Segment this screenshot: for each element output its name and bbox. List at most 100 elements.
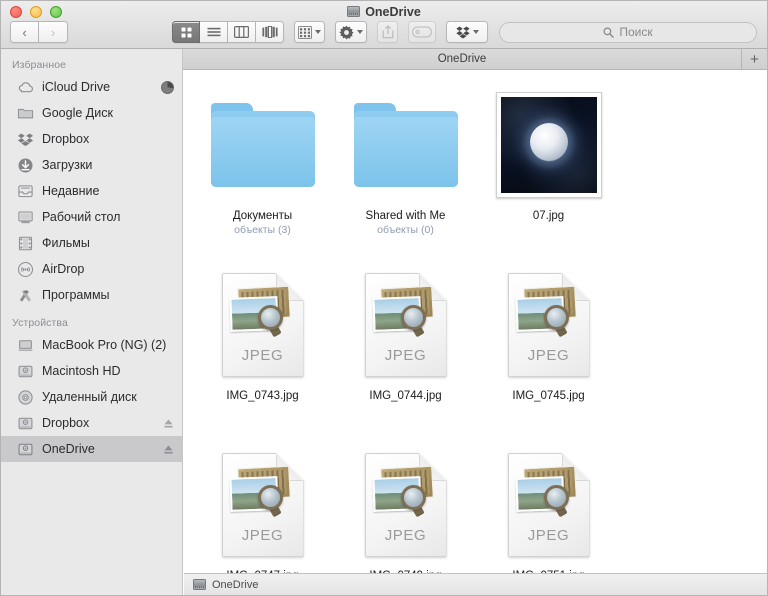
file-grid[interactable]: Документы объекты (3) Shared with Me объ… [183,70,767,595]
sidebar-item-airdrop[interactable]: AirDrop [1,256,182,282]
file-type-badge: JPEG [222,527,304,544]
tag-icon [412,26,432,38]
applications-icon [17,287,34,304]
grid-icon [180,26,193,39]
sidebar-item-icloud-drive[interactable]: iCloud Drive [1,74,182,100]
harddisk-icon [17,415,34,432]
sidebar-section-favorites-header: Избранное [1,55,182,74]
window-body: Избранное iCloud Drive Google Диск [1,49,767,595]
sidebar-item-recents[interactable]: Недавние [1,178,182,204]
file-name: 07.jpg [533,210,564,222]
search-input[interactable]: Поиск [619,25,652,39]
share-button[interactable] [377,21,398,43]
file-item[interactable]: Shared with Me объекты (0) [334,84,477,264]
sidebar-item-movies[interactable]: Фильмы [1,230,182,256]
toolbar-right: Поиск [436,21,757,43]
file-subtitle: объекты (0) [377,224,434,236]
back-button[interactable]: ‹ [10,21,39,43]
finder-window: OneDrive ‹ › [0,0,768,596]
sidebar-item-trailing[interactable] [163,444,174,455]
jpeg-document-icon: JPEG [508,453,590,557]
sidebar-item-label: Удаленный диск [42,390,137,404]
sidebar-item-label: Фильмы [42,236,90,250]
file-thumbnail: JPEG [508,266,590,384]
desktop-icon [17,209,34,226]
file-thumbnail [211,86,315,204]
column-view-button[interactable] [228,21,256,43]
sidebar-item-trailing[interactable] [163,418,174,429]
file-item[interactable]: JPEG IMG_0744.jpg [334,264,477,444]
new-tab-button[interactable]: + [742,49,767,69]
sidebar-item-label: Недавние [42,184,99,198]
eject-icon[interactable] [163,418,174,429]
sidebar-item-applications[interactable]: Программы [1,282,182,308]
share-icon [382,25,394,39]
titlebar: OneDrive ‹ › [1,1,767,49]
sidebar-item-label: Google Диск [42,106,113,120]
sidebar[interactable]: Избранное iCloud Drive Google Диск [1,49,183,595]
sidebar-item-macbook-pro[interactable]: MacBook Pro (NG) (2) [1,332,182,358]
file-thumbnail [354,86,458,204]
chevron-down-icon [315,30,321,34]
progress-pie-icon [161,81,174,94]
sidebar-item-label: Рабочий стол [42,210,120,224]
chevron-right-icon: › [51,26,55,39]
sidebar-item-label: OneDrive [42,442,95,456]
forward-button[interactable]: › [39,21,68,43]
coverflow-view-button[interactable] [256,21,284,43]
sidebar-item-dropbox-device[interactable]: Dropbox [1,410,182,436]
file-subtitle: объекты (3) [234,224,291,236]
sidebar-item-label: MacBook Pro (NG) (2) [42,338,166,352]
action-menu-button[interactable] [335,21,367,43]
eject-icon[interactable] [163,444,174,455]
file-item[interactable]: 07.jpg [477,84,620,264]
sidebar-item-label: Загрузки [42,158,92,172]
dropbox-menu-button[interactable] [446,21,488,43]
folder-icon [211,103,315,187]
chevron-down-icon [473,30,479,34]
sidebar-item-label: Macintosh HD [42,364,121,378]
file-thumbnail: JPEG [508,446,590,564]
file-name: IMG_0743.jpg [226,390,298,402]
file-item[interactable]: JPEG IMG_0745.jpg [477,264,620,444]
jpeg-document-icon: JPEG [365,453,447,557]
dropbox-icon [17,131,34,148]
sidebar-item-desktop[interactable]: Рабочий стол [1,204,182,230]
folder-icon [354,103,458,187]
recents-icon [17,183,34,200]
jpeg-document-icon: JPEG [222,453,304,557]
jpeg-document-icon: JPEG [222,273,304,377]
sidebar-item-label: Dropbox [42,132,89,146]
file-item[interactable]: JPEG IMG_0743.jpg [191,264,334,444]
icon-view-button[interactable] [172,21,200,43]
tag-button[interactable] [408,21,436,43]
downloads-icon [17,157,34,174]
search-field[interactable]: Поиск [499,22,757,43]
gear-icon [339,25,354,40]
sidebar-item-dropbox[interactable]: Dropbox [1,126,182,152]
jpeg-document-icon: JPEG [365,273,447,377]
sidebar-item-downloads[interactable]: Загрузки [1,152,182,178]
sidebar-item-onedrive[interactable]: OneDrive [1,436,182,462]
coverflow-icon [262,26,278,38]
file-name: IMG_0744.jpg [369,390,441,402]
sidebar-item-remote-disc[interactable]: Удаленный диск [1,384,182,410]
drive-icon [347,6,360,17]
jpeg-document-icon: JPEG [508,273,590,377]
file-item[interactable]: Документы объекты (3) [191,84,334,264]
plus-icon: + [750,51,759,68]
cloud-icon [17,79,34,96]
file-name: Shared with Me [366,210,446,222]
sidebar-item-google-disk[interactable]: Google Диск [1,100,182,126]
sidebar-item-macintosh-hd[interactable]: Macintosh HD [1,358,182,384]
file-thumbnail: JPEG [365,446,447,564]
tab-onedrive[interactable]: OneDrive [183,49,742,69]
arrange-button[interactable] [294,21,325,43]
sidebar-item-label: iCloud Drive [42,80,110,94]
photo-thumbnail-icon [496,92,602,198]
list-view-button[interactable] [200,21,228,43]
toolbar: ‹ › [1,17,767,47]
file-type-badge: JPEG [222,347,304,364]
harddisk-icon [17,441,34,458]
tab-label: OneDrive [438,53,487,65]
